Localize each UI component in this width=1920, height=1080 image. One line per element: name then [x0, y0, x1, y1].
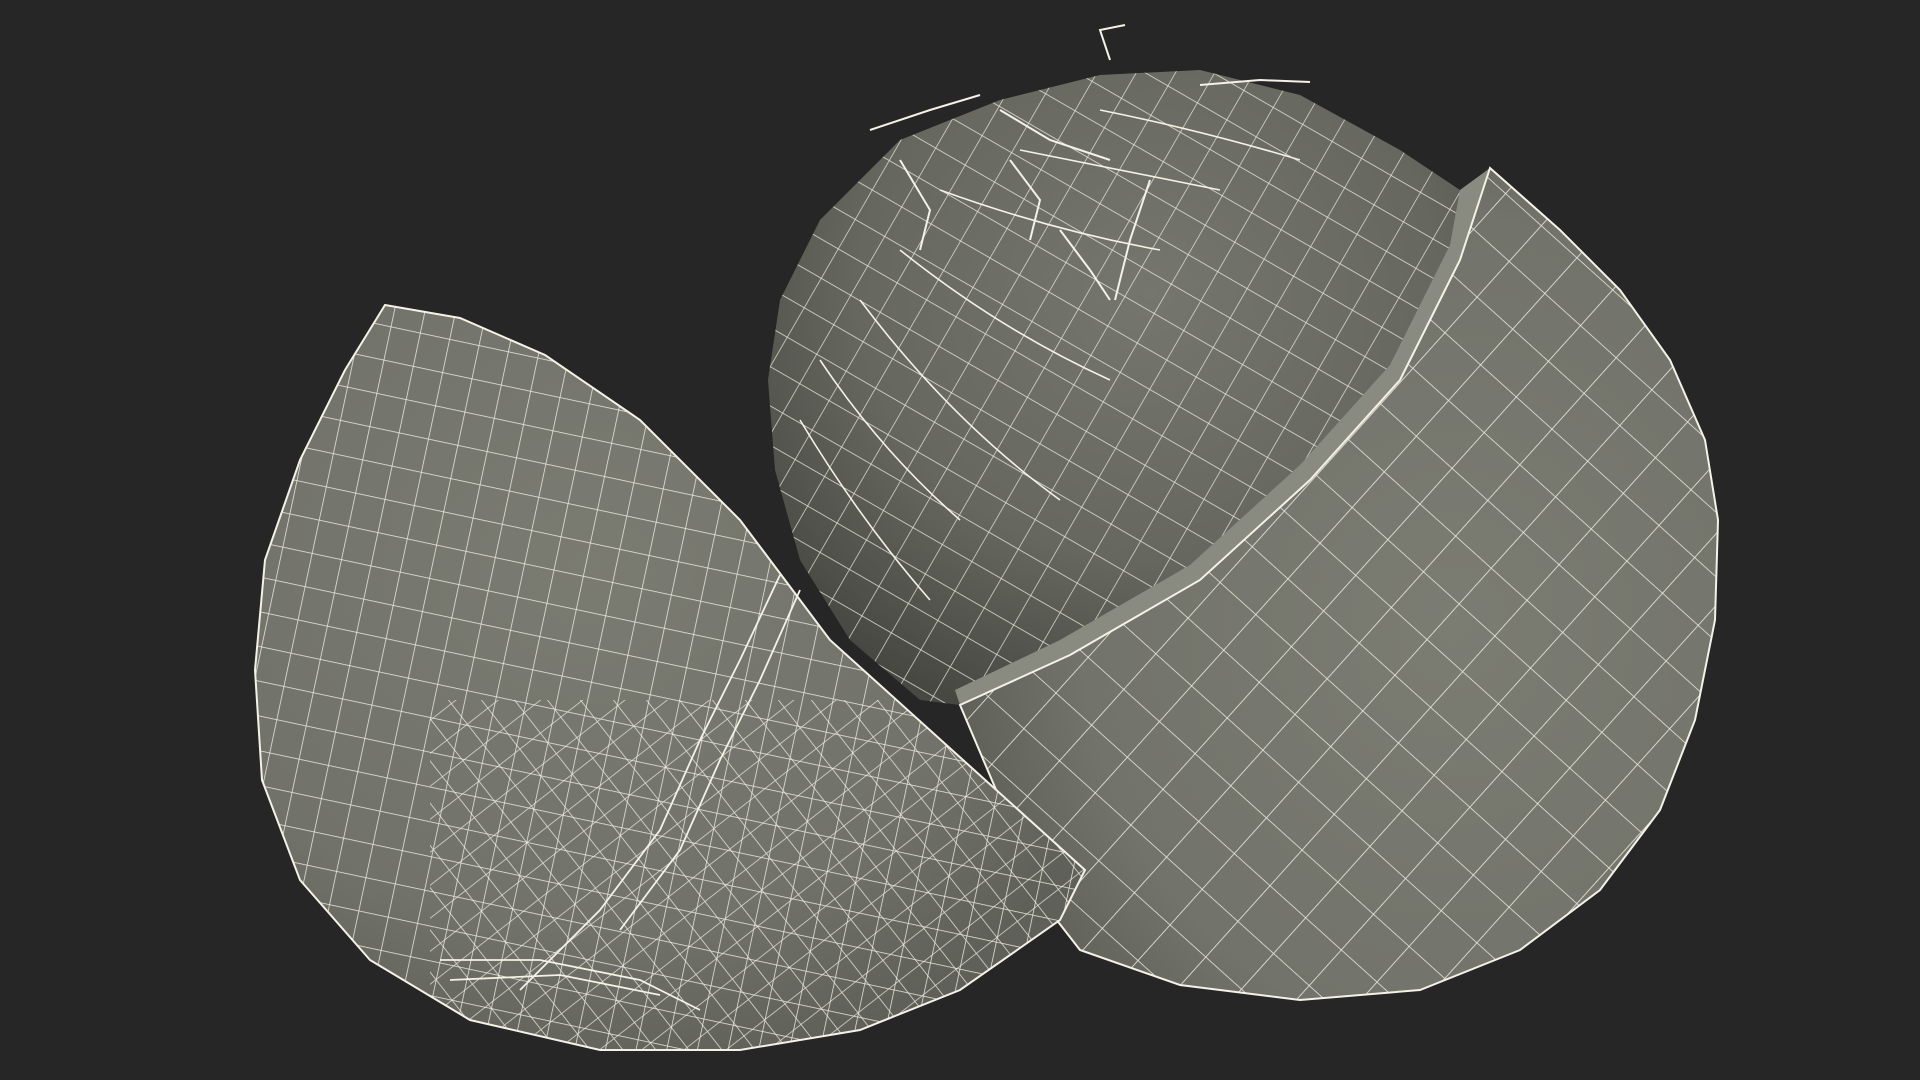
render-viewport	[0, 0, 1920, 1080]
wireframe-scene	[253, 24, 1720, 1051]
